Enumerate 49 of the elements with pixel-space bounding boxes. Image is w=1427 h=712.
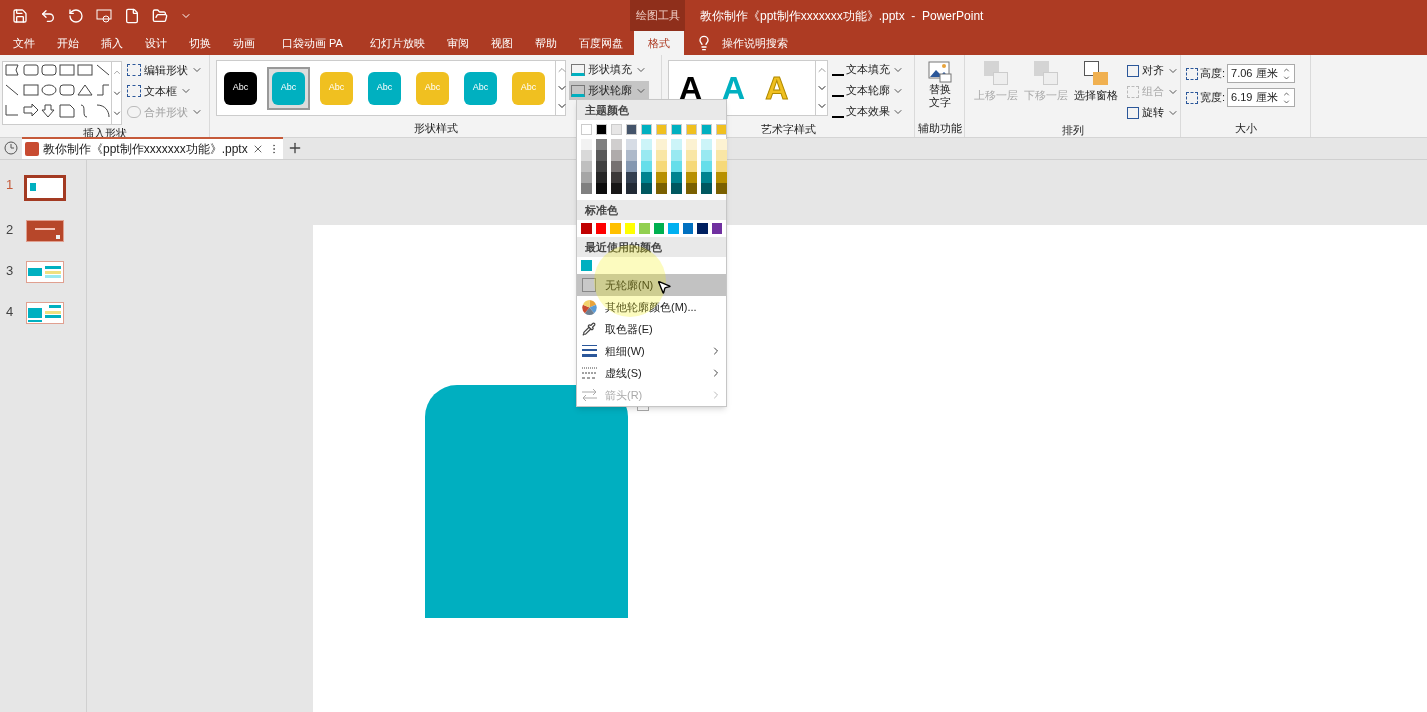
size-field[interactable]: 7.06 厘米	[1227, 64, 1296, 83]
context-label: 绘图工具	[635, 8, 680, 24]
ribbon-button[interactable]: 文本框	[127, 82, 203, 100]
ribbon-button[interactable]: 形状轮廓	[569, 81, 649, 100]
ribbon-tab[interactable]: 视图	[479, 31, 524, 55]
ribbon-button[interactable]: 文本效果	[832, 102, 904, 121]
ribbon-tab[interactable]: 格式	[633, 31, 684, 55]
group-label: 艺术字样式	[760, 122, 816, 137]
tell-me-field[interactable]: 操作说明搜索	[721, 34, 788, 52]
menu-item[interactable]: 无轮廓(N)	[577, 274, 726, 296]
ribbon-tab[interactable]: 幻灯片放映	[358, 31, 436, 55]
size-field[interactable]: 6.19 厘米	[1227, 88, 1296, 107]
size-label: 高度:	[1200, 66, 1226, 82]
group-label: 排列	[1061, 123, 1084, 138]
ribbon-button[interactable]: 形状填充	[569, 60, 649, 79]
ribbon-button[interactable]: 编辑形状	[127, 61, 203, 79]
slide-number: 3	[6, 262, 14, 280]
section-heading: 最近使用的颜色	[577, 237, 726, 257]
slide-number: 1	[6, 176, 14, 194]
ribbon-tab[interactable]: 帮助	[523, 31, 568, 55]
ribbon-button[interactable]: 对齐	[1127, 61, 1179, 80]
group-label: 辅助功能	[917, 121, 962, 136]
ribbon-tab[interactable]: 设计	[134, 31, 178, 55]
ribbon-button[interactable]: 文本填充	[832, 60, 904, 79]
ribbon-tab[interactable]: 切换	[178, 31, 222, 55]
section-heading: 主题颜色	[577, 100, 726, 120]
ribbon-tab[interactable]: 口袋动画 PA	[266, 31, 359, 55]
slide-number: 4	[6, 303, 14, 321]
ribbon-tab[interactable]: 审阅	[435, 31, 480, 55]
size-label: 宽度:	[1200, 90, 1226, 106]
group-label: 大小	[1234, 121, 1257, 136]
ribbon-button[interactable]: 文本轮廓	[832, 81, 904, 100]
document-tab[interactable]: 教你制作《ppt制作xxxxxxx功能》.pptx	[22, 137, 283, 159]
alt-text-button[interactable]: 替换 文字	[927, 55, 952, 120]
slide-number: 2	[6, 221, 14, 239]
ribbon-tab[interactable]: 动画	[222, 31, 266, 55]
menu-item[interactable]: 取色器(E)	[577, 318, 726, 340]
ribbon-button[interactable]: 旋转	[1127, 103, 1179, 122]
ribbon-tab[interactable]: 文件	[2, 31, 46, 55]
ribbon-tab[interactable]: 开始	[46, 31, 90, 55]
ribbon-tab[interactable]: 百度网盘	[567, 31, 634, 55]
window-title: 教你制作《ppt制作xxxxxxx功能》.pptx - PowerPoint	[700, 7, 984, 25]
group-label: 形状样式	[413, 121, 458, 136]
section-heading: 标准色	[577, 200, 726, 220]
ribbon-button[interactable]: 选择窗格	[1073, 61, 1119, 122]
menu-item[interactable]: 粗细(W)	[577, 340, 726, 362]
menu-item[interactable]: 其他轮廓颜色(M)...	[577, 296, 726, 318]
ribbon-tab[interactable]: 插入	[90, 31, 134, 55]
menu-item[interactable]: 虚线(S)	[577, 362, 726, 384]
